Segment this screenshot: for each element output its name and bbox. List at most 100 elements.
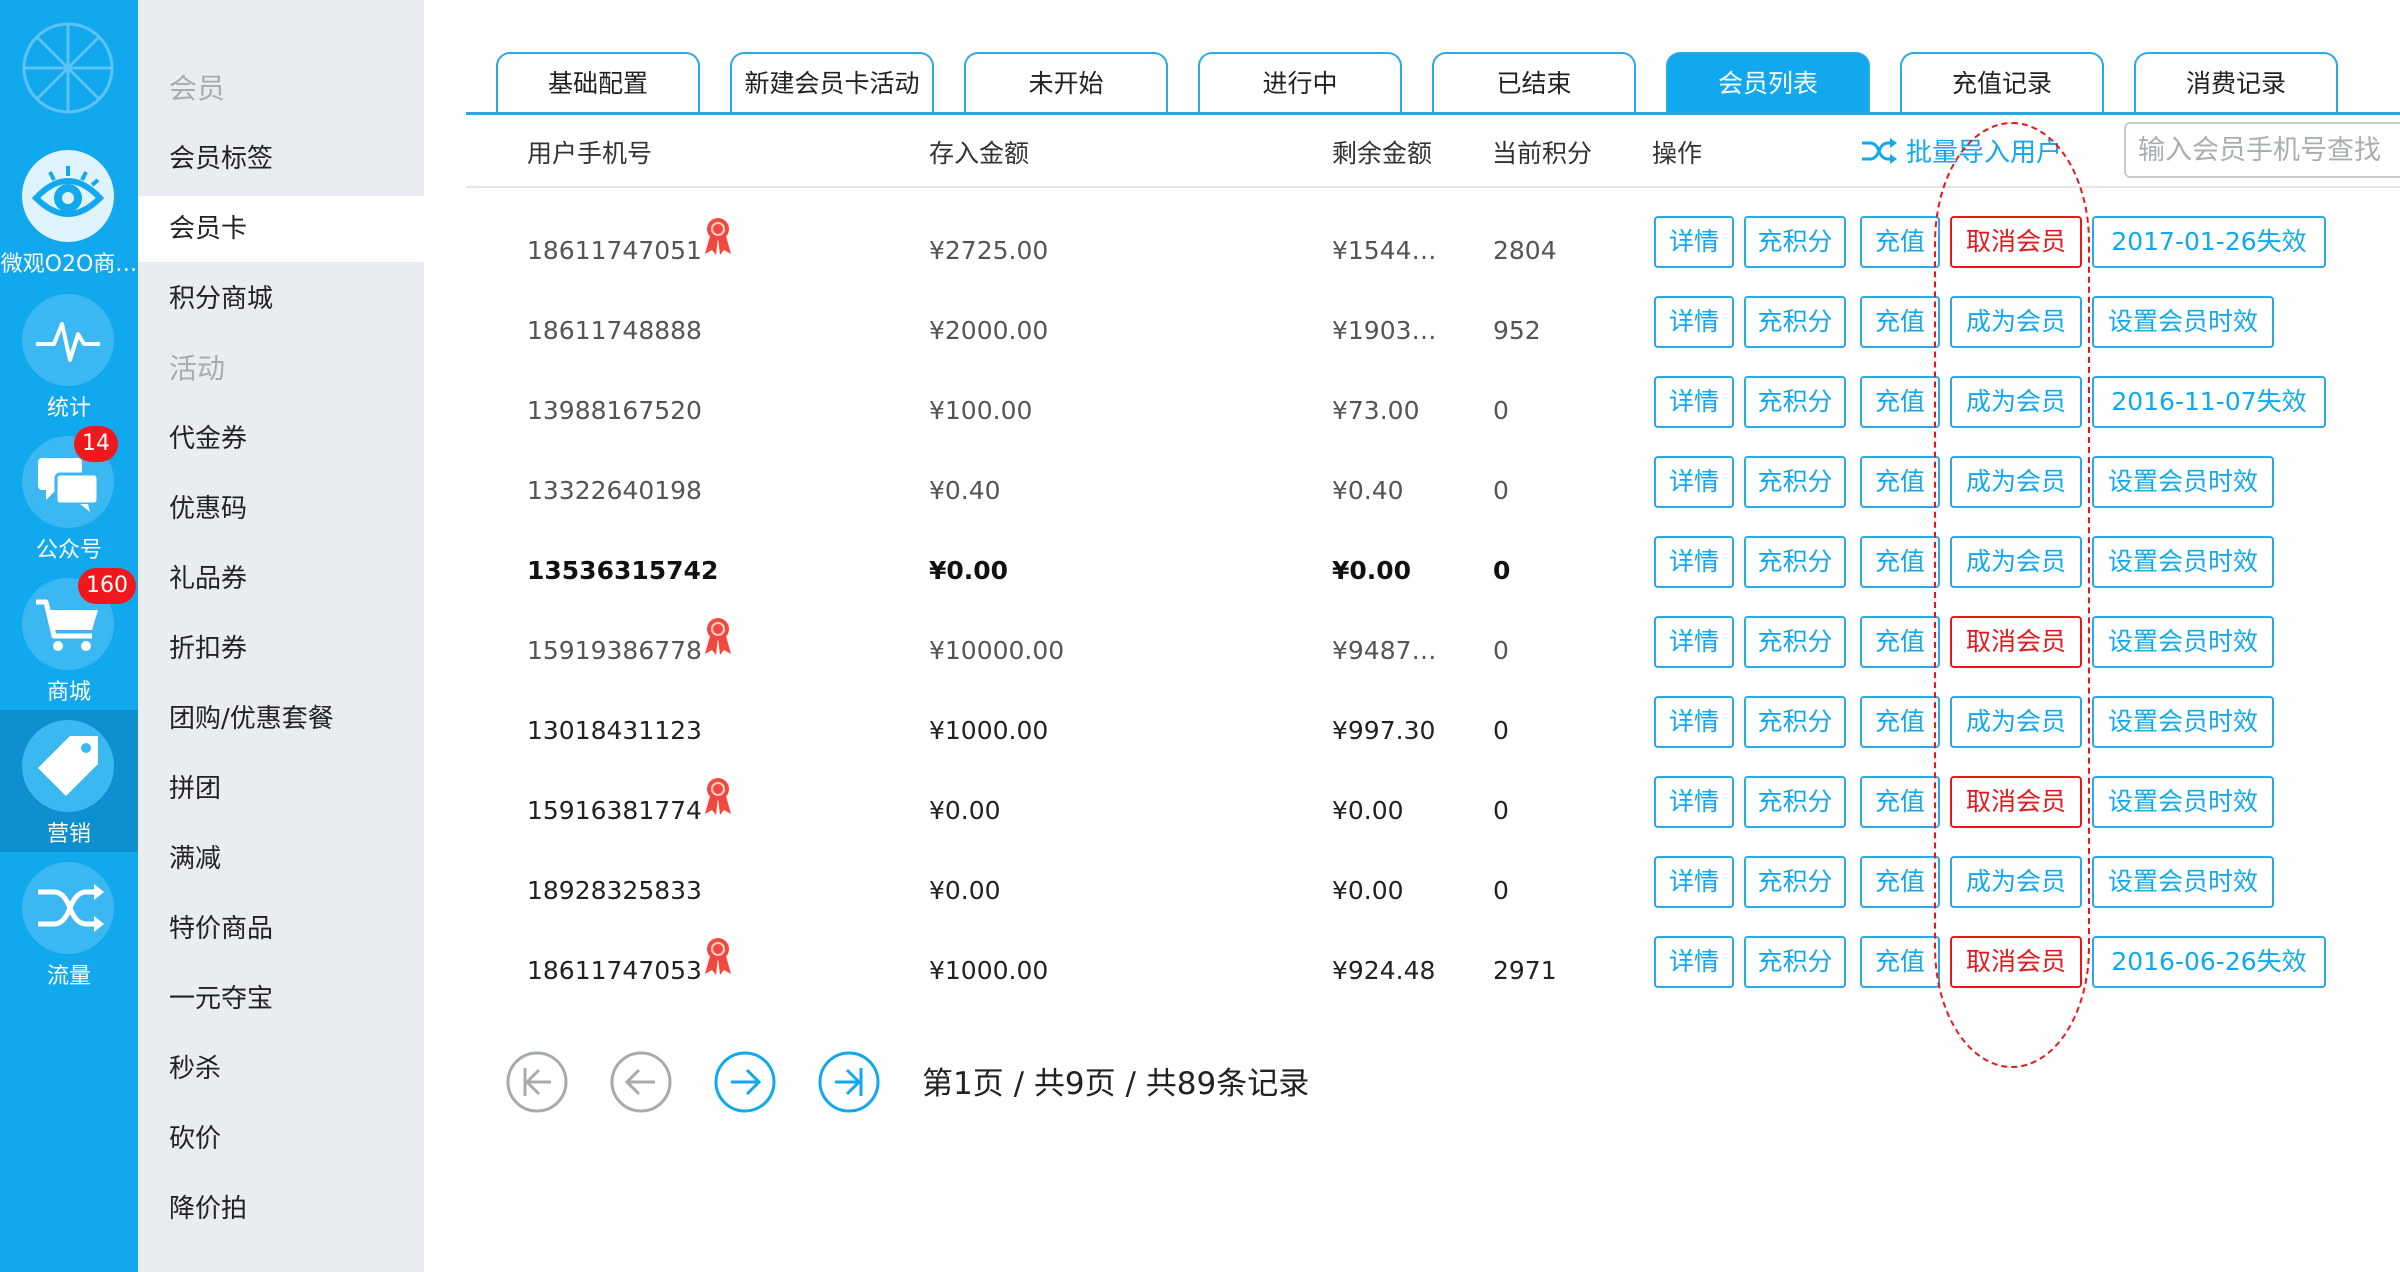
prev-page-icon[interactable]: [609, 1050, 673, 1114]
phone-cell: 13536315742: [527, 556, 719, 585]
phone-cell: 13988167520: [527, 396, 702, 425]
submenu-item-flash-sale[interactable]: 秒杀: [138, 1036, 424, 1102]
detail-button[interactable]: 详情: [1654, 696, 1734, 748]
add-points-button[interactable]: 充积分: [1744, 456, 1846, 508]
detail-button[interactable]: 详情: [1654, 616, 1734, 668]
column-header-phone: 用户手机号: [527, 139, 653, 168]
set-member-expiry-button[interactable]: 设置会员时效: [2092, 856, 2274, 908]
first-page-icon[interactable]: [505, 1050, 569, 1114]
submenu-item-member-tag[interactable]: 会员标签: [138, 126, 424, 192]
add-points-button[interactable]: 充积分: [1744, 536, 1846, 588]
member-phone-search-input[interactable]: [2124, 122, 2400, 178]
last-page-icon[interactable]: [817, 1050, 881, 1114]
add-points-button[interactable]: 充积分: [1744, 616, 1846, 668]
balance-cell: ¥0.00: [1332, 876, 1404, 905]
mall-badge: 160: [78, 568, 136, 604]
tab-basic-config[interactable]: 基础配置: [496, 52, 700, 114]
deposit-cell: ¥100.00: [929, 396, 1033, 425]
phone-cell: 15919386778: [527, 636, 702, 665]
vip-medal-icon: [705, 618, 731, 655]
submenu-item-promo-code[interactable]: 优惠码: [138, 476, 424, 542]
member-expiry-button[interactable]: 2016-11-07失效: [2092, 376, 2326, 428]
rail-label: 微观O2O商…: [0, 252, 138, 277]
recharge-button[interactable]: 充值: [1860, 616, 1940, 668]
recharge-button[interactable]: 充值: [1860, 696, 1940, 748]
detail-button[interactable]: 详情: [1654, 776, 1734, 828]
detail-button[interactable]: 详情: [1654, 376, 1734, 428]
tab-member-list[interactable]: 会员列表: [1666, 52, 1870, 114]
submenu-group-activity: 活动: [169, 352, 226, 385]
phone-cell: 18928325833: [527, 876, 702, 905]
tab-in-progress[interactable]: 进行中: [1198, 52, 1402, 114]
phone-cell: 13018431123: [527, 716, 702, 745]
add-points-button[interactable]: 充积分: [1744, 856, 1846, 908]
add-points-button[interactable]: 充积分: [1744, 936, 1846, 988]
vip-medal-icon: [705, 938, 731, 975]
tab-new-card-activity[interactable]: 新建会员卡活动: [730, 52, 934, 114]
submenu-item-dutch-auction[interactable]: 降价拍: [138, 1176, 424, 1242]
add-points-button[interactable]: 充积分: [1744, 776, 1846, 828]
balance-cell: ¥924.48: [1332, 956, 1436, 985]
detail-button[interactable]: 详情: [1654, 456, 1734, 508]
recharge-button[interactable]: 充值: [1860, 856, 1940, 908]
next-page-icon[interactable]: [713, 1050, 777, 1114]
table-row: 13988167520 ¥100.00 ¥73.00 0 详情 充积分 充值 成为会员 2016…: [466, 376, 2400, 456]
recharge-button[interactable]: 充值: [1860, 296, 1940, 348]
points-cell: 0: [1493, 796, 1509, 825]
official-account-badge: 14: [74, 426, 118, 462]
tab-ended[interactable]: 已结束: [1432, 52, 1636, 114]
detail-button[interactable]: 详情: [1654, 216, 1734, 268]
set-member-expiry-button[interactable]: 设置会员时效: [2092, 456, 2274, 508]
column-header-actions: 操作: [1652, 139, 1703, 168]
add-points-button[interactable]: 充积分: [1744, 376, 1846, 428]
set-member-expiry-button[interactable]: 设置会员时效: [2092, 776, 2274, 828]
set-member-expiry-button[interactable]: 设置会员时效: [2092, 696, 2274, 748]
submenu-item-one-yuan[interactable]: 一元夺宝: [138, 966, 424, 1032]
rail-item-mall[interactable]: 160 商城: [0, 568, 138, 710]
member-expiry-button[interactable]: 2017-01-26失效: [2092, 216, 2326, 268]
submenu-item-gift-coupon[interactable]: 礼品券: [138, 546, 424, 612]
points-cell: 0: [1493, 636, 1509, 665]
recharge-button[interactable]: 充值: [1860, 216, 1940, 268]
set-member-expiry-button[interactable]: 设置会员时效: [2092, 536, 2274, 588]
submenu-item-voucher[interactable]: 代金券: [138, 406, 424, 472]
add-points-button[interactable]: 充积分: [1744, 696, 1846, 748]
rail-item-official-account[interactable]: 14 公众号: [0, 426, 138, 568]
set-member-expiry-button[interactable]: 设置会员时效: [2092, 616, 2274, 668]
member-expiry-button[interactable]: 2016-06-26失效: [2092, 936, 2326, 988]
detail-button[interactable]: 详情: [1654, 936, 1734, 988]
submenu-item-special-goods[interactable]: 特价商品: [138, 896, 424, 962]
recharge-button[interactable]: 充值: [1860, 376, 1940, 428]
recharge-button[interactable]: 充值: [1860, 936, 1940, 988]
balance-cell: ¥1903…: [1332, 316, 1437, 345]
balance-cell: ¥997.30: [1332, 716, 1436, 745]
points-cell: 0: [1493, 556, 1511, 585]
rail-label: 商城: [46, 680, 91, 705]
column-header-points: 当前积分: [1492, 139, 1593, 168]
balance-cell: ¥0.40: [1332, 476, 1404, 505]
set-member-expiry-button[interactable]: 设置会员时效: [2092, 296, 2274, 348]
add-points-button[interactable]: 充积分: [1744, 296, 1846, 348]
tab-not-started[interactable]: 未开始: [964, 52, 1168, 114]
submenu-item-discount-coupon[interactable]: 折扣券: [138, 616, 424, 682]
rail-item-shop[interactable]: 微观O2O商…: [0, 140, 138, 282]
detail-button[interactable]: 详情: [1654, 296, 1734, 348]
recharge-button[interactable]: 充值: [1860, 456, 1940, 508]
detail-button[interactable]: 详情: [1654, 536, 1734, 588]
tab-consumption-records[interactable]: 消费记录: [2134, 52, 2338, 114]
rail-item-marketing[interactable]: 营销: [0, 710, 138, 852]
tab-recharge-records[interactable]: 充值记录: [1900, 52, 2104, 114]
submenu-item-group-buy[interactable]: 团购/优惠套餐: [138, 686, 424, 752]
submenu-item-full-reduction[interactable]: 满减: [138, 826, 424, 892]
rail-item-stats[interactable]: 统计: [0, 284, 138, 426]
rail-item-traffic[interactable]: 流量: [0, 852, 138, 994]
submenu-item-points-mall[interactable]: 积分商城: [138, 266, 424, 332]
detail-button[interactable]: 详情: [1654, 856, 1734, 908]
submenu-item-pintuan[interactable]: 拼团: [138, 756, 424, 822]
submenu-item-bargain[interactable]: 砍价: [138, 1106, 424, 1172]
submenu-item-member-card[interactable]: 会员卡: [138, 196, 424, 262]
tab-underline: [466, 112, 2400, 115]
recharge-button[interactable]: 充值: [1860, 776, 1940, 828]
recharge-button[interactable]: 充值: [1860, 536, 1940, 588]
add-points-button[interactable]: 充积分: [1744, 216, 1846, 268]
